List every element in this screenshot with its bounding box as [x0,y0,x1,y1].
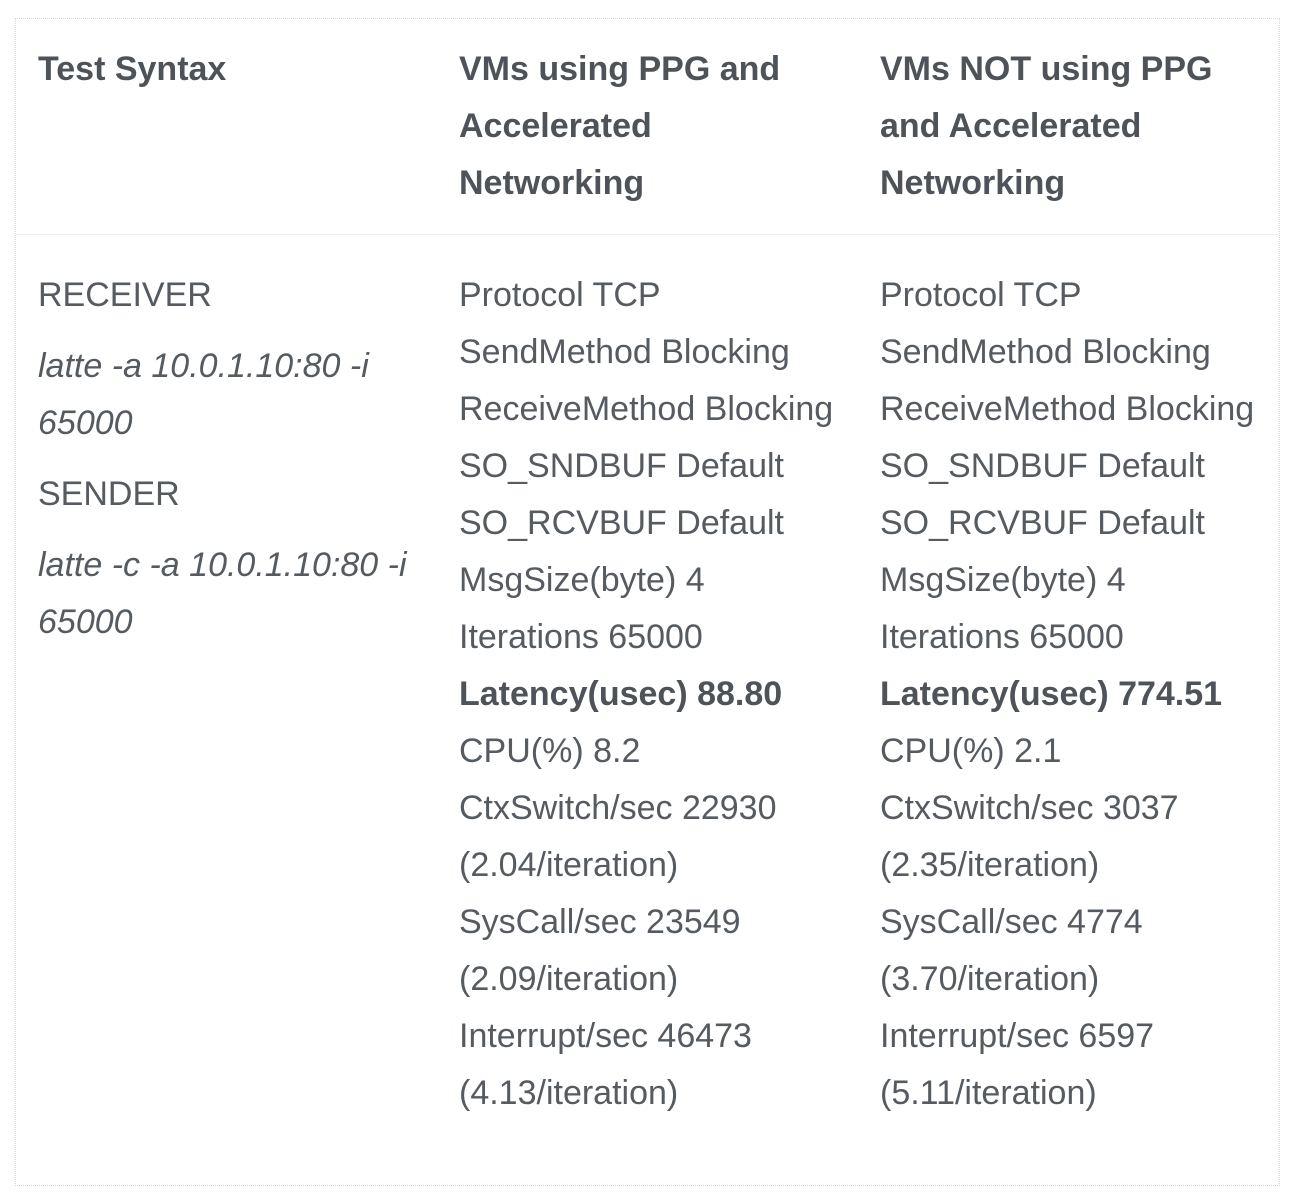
receiver-command: latte -a 10.0.1.10:80 -i 65000 [38,347,369,442]
list-item: SO_RCVBUF Default [880,504,1205,542]
sender-label: SENDER [38,475,180,513]
list-item: MsgSize(byte) 4 [459,561,705,599]
ppg-results-cell: Protocol TCP SendMethod Blocking Receive… [437,235,858,1123]
list-item: SendMethod Blocking [880,333,1211,371]
no-ppg-results-cell: Protocol TCP SendMethod Blocking Receive… [858,235,1279,1123]
list-item: Iterations 65000 [459,618,703,656]
list-item: Interrupt/sec 46473 (4.13/iteration) [459,1017,752,1112]
latency-value: Latency(usec) 774.51 [880,675,1223,713]
list-item: Protocol TCP [459,276,661,314]
header-no-ppg: VMs NOT using PPG and Accelerated Networ… [858,19,1279,235]
header-ppg: VMs using PPG and Accelerated Networking [437,19,858,235]
list-item: SysCall/sec 4774 (3.70/iteration) [880,903,1143,998]
list-item: CPU(%) 2.1 [880,732,1062,770]
list-item: Iterations 65000 [880,618,1124,656]
results-table: Test Syntax VMs using PPG and Accelerate… [16,19,1279,1122]
list-item: ReceiveMethod Blocking [880,390,1255,428]
list-item: MsgSize(byte) 4 [880,561,1126,599]
header-row: Test Syntax VMs using PPG and Accelerate… [16,19,1279,235]
list-item: SO_SNDBUF Default [459,447,784,485]
syntax-cell: RECEIVER latte -a 10.0.1.10:80 -i 65000 … [16,235,437,1123]
list-item: SysCall/sec 23549 (2.09/iteration) [459,903,741,998]
list-item: SO_SNDBUF Default [880,447,1205,485]
sender-command: latte -c -a 10.0.1.10:80 -i 65000 [38,546,407,641]
results-table-container: Test Syntax VMs using PPG and Accelerate… [15,18,1280,1186]
list-item: Interrupt/sec 6597 (5.11/iteration) [880,1017,1155,1112]
list-item: SendMethod Blocking [459,333,790,371]
table-row: RECEIVER latte -a 10.0.1.10:80 -i 65000 … [16,235,1279,1123]
list-item: SO_RCVBUF Default [459,504,784,542]
receiver-label: RECEIVER [38,276,212,314]
list-item: ReceiveMethod Blocking [459,390,834,428]
list-item: CtxSwitch/sec 3037 (2.35/iteration) [880,789,1179,884]
list-item: CtxSwitch/sec 22930 (2.04/iteration) [459,789,777,884]
header-test-syntax: Test Syntax [16,19,437,235]
list-item: CPU(%) 8.2 [459,732,641,770]
list-item: Protocol TCP [880,276,1082,314]
latency-value: Latency(usec) 88.80 [459,675,783,713]
